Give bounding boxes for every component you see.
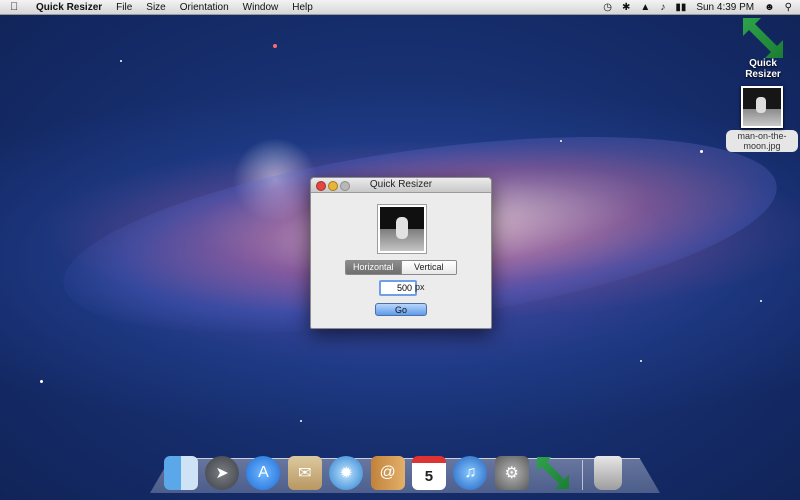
title-bar[interactable]: Quick Resizer bbox=[311, 178, 491, 193]
desktop-app-label: Quick Resizer bbox=[745, 58, 781, 80]
quick-resizer-window: Quick Resizer Horizontal Vertical px Go bbox=[310, 177, 492, 329]
trash-icon[interactable] bbox=[594, 456, 623, 490]
menu-file[interactable]: File bbox=[116, 2, 132, 13]
astronaut-image bbox=[380, 207, 424, 251]
star bbox=[120, 60, 122, 62]
system-preferences-icon[interactable]: ⚙ bbox=[494, 456, 529, 490]
user-icon[interactable]: ☻ bbox=[764, 2, 775, 13]
menu-bar:  Quick Resizer File Size Orientation Wi… bbox=[0, 0, 800, 15]
apple-menu-icon[interactable]:  bbox=[10, 1, 24, 13]
orientation-vertical[interactable]: Vertical bbox=[400, 261, 456, 274]
desktop-file-icon[interactable]: man-on-the-moon.jpg bbox=[726, 86, 798, 154]
desktop-file-label: man-on-the-moon.jpg bbox=[726, 130, 798, 152]
time-machine-icon[interactable]: ◷ bbox=[603, 2, 612, 13]
image-preview bbox=[377, 204, 427, 254]
star bbox=[760, 300, 762, 302]
finder-icon[interactable] bbox=[163, 456, 198, 490]
size-input[interactable] bbox=[379, 280, 417, 296]
volume-icon[interactable]: ♪ bbox=[660, 2, 665, 13]
dock-separator bbox=[581, 460, 583, 490]
menu-app-name[interactable]: Quick Resizer bbox=[36, 2, 102, 13]
orientation-horizontal[interactable]: Horizontal bbox=[346, 261, 401, 274]
ical-icon[interactable]: 5 bbox=[411, 456, 446, 490]
menu-extras: ◷ ✱ ▲ ♪ ▮▮ Sun 4:39 PM ☻ ⚲ bbox=[593, 0, 792, 14]
star bbox=[700, 150, 703, 153]
menu-size[interactable]: Size bbox=[146, 2, 165, 13]
star bbox=[300, 420, 302, 422]
star bbox=[560, 140, 562, 142]
quick-resizer-dock-icon[interactable] bbox=[536, 456, 570, 490]
wifi-icon[interactable]: ▲ bbox=[640, 2, 650, 13]
menu-clock[interactable]: Sun 4:39 PM bbox=[696, 2, 754, 13]
size-unit: px bbox=[415, 282, 425, 292]
star bbox=[273, 44, 277, 48]
window-title: Quick Resizer bbox=[369, 179, 433, 190]
orientation-control: Horizontal Vertical bbox=[345, 260, 457, 275]
image-file-icon bbox=[741, 86, 783, 128]
menu-orientation[interactable]: Orientation bbox=[180, 2, 229, 13]
spotlight-icon[interactable]: ⚲ bbox=[785, 2, 792, 13]
quick-resizer-icon bbox=[537, 457, 570, 489]
star bbox=[40, 380, 43, 383]
quick-resizer-icon bbox=[743, 18, 783, 58]
launchpad-icon[interactable]: ➤ bbox=[205, 456, 240, 490]
mail-icon[interactable]: ✉ bbox=[287, 456, 322, 490]
go-button[interactable]: Go bbox=[375, 303, 427, 316]
itunes-icon[interactable]: ♫ bbox=[453, 456, 488, 490]
address-book-icon[interactable]: @ bbox=[370, 456, 405, 490]
menu-help[interactable]: Help bbox=[292, 2, 313, 13]
dock: ➤ A ✉ ✹ @ 5 ♫ ⚙ bbox=[160, 446, 650, 490]
bluetooth-icon[interactable]: ✱ bbox=[622, 2, 630, 13]
battery-icon[interactable]: ▮▮ bbox=[675, 2, 686, 13]
star bbox=[640, 360, 642, 362]
app-store-icon[interactable]: A bbox=[246, 456, 281, 490]
menu-window[interactable]: Window bbox=[243, 2, 279, 13]
desktop-app-icon[interactable]: Quick Resizer bbox=[730, 18, 796, 80]
safari-icon[interactable]: ✹ bbox=[329, 456, 364, 490]
